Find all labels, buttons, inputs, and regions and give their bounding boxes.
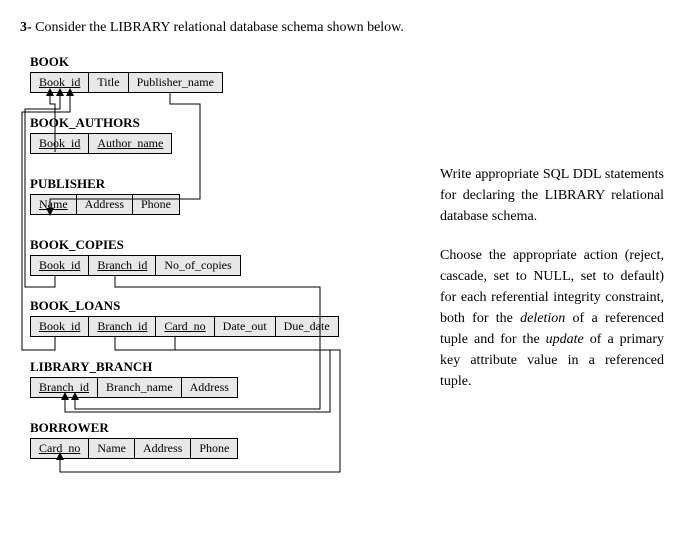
relation-name: PUBLISHER [30,176,410,192]
attribute-due-date: Due_date [276,317,338,336]
attribute-row: Book_idAuthor_name [30,133,172,154]
attribute-branch-id: Branch_id [31,378,98,397]
instruction-p2: Choose the appropriate action (reject, c… [440,245,664,392]
relation-name: BOOK_LOANS [30,298,410,314]
attribute-branch-name: Branch_name [98,378,182,397]
attribute-row: NameAddressPhone [30,194,180,215]
attribute-book-id: Book_id [31,134,89,153]
relation-name: BOOK [30,54,410,70]
instruction-p2-update: update [546,332,584,347]
content-row: BOOKBook_idTitlePublisher_nameBOOK_AUTHO… [20,54,664,481]
attribute-publisher-name: Publisher_name [129,73,222,92]
schema-diagram: BOOKBook_idTitlePublisher_nameBOOK_AUTHO… [20,54,410,481]
attribute-phone: Phone [191,439,237,458]
relation-name: BOOK_COPIES [30,237,410,253]
attribute-address: Address [77,195,133,214]
relation-library-branch: LIBRARY_BRANCH Branch_idBranch_nameAddres… [30,359,410,398]
relation-book-loans: BOOK_LOANS Book_idBranch_idCard_noDate_ou… [30,298,410,337]
attribute-branch-id: Branch_id [89,256,156,275]
relation-name: LIBRARY_BRANCH [30,359,410,375]
relation-name: BOOK_AUTHORS [30,115,410,131]
relation-book-authors: BOOK_AUTHORS Book_idAuthor_name [30,115,410,154]
attribute-author-name: Author_name [89,134,171,153]
attribute-row: Book_idBranch_idNo_of_copies [30,255,241,276]
instruction-p1-text: Write appropriate SQL DDL statements for… [440,167,664,224]
relation-name: BORROWER [30,420,410,436]
attribute-title: Title [89,73,128,92]
question-text: Consider the LIBRARY relational database… [35,20,404,35]
question-number: 3- [20,20,32,35]
attribute-name: Name [31,195,77,214]
attribute-address: Address [135,439,191,458]
relation-book-copies: BOOK_COPIES Book_idBranch_idNo_of_copies [30,237,410,276]
relation-book: BOOK Book_idTitlePublisher_name [30,54,410,93]
attribute-row: Card_noNameAddressPhone [30,438,238,459]
attribute-name: Name [89,439,135,458]
attribute-book-id: Book_id [31,256,89,275]
instructions-text: Write appropriate SQL DDL statements for… [440,54,664,410]
attribute-row: Branch_idBranch_nameAddress [30,377,238,398]
relation-borrower: BORROWER Card_noNameAddressPhone [30,420,410,459]
question-line: 3- Consider the LIBRARY relational datab… [20,20,664,36]
relation-publisher: PUBLISHER NameAddressPhone [30,176,410,215]
attribute-phone: Phone [133,195,179,214]
attribute-book-id: Book_id [31,317,89,336]
instruction-p1: Write appropriate SQL DDL statements for… [440,164,664,227]
instruction-p2-deletion: deletion [520,311,565,326]
attribute-address: Address [182,378,237,397]
attribute-book-id: Book_id [31,73,89,92]
attribute-card-no: Card_no [156,317,214,336]
attribute-branch-id: Branch_id [89,317,156,336]
attribute-row: Book_idTitlePublisher_name [30,72,223,93]
attribute-no-of-copies: No_of_copies [156,256,239,275]
attribute-date-out: Date_out [215,317,276,336]
attribute-row: Book_idBranch_idCard_noDate_outDue_date [30,316,339,337]
attribute-card-no: Card_no [31,439,89,458]
